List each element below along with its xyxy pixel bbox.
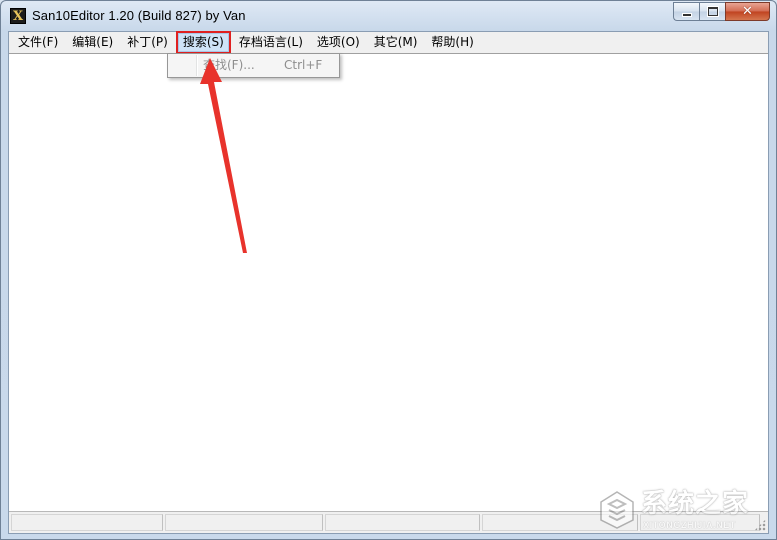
close-icon: ✕ xyxy=(742,4,753,19)
menu-options[interactable]: 选项(O) xyxy=(313,33,364,52)
minimize-button[interactable] xyxy=(673,2,699,21)
maximize-icon xyxy=(706,6,719,17)
app-icon[interactable]: X xyxy=(10,8,26,24)
title-bar[interactable]: X San10Editor 1.20 (Build 827) by Van ✕ xyxy=(1,1,776,31)
menu-item-find-label: 查找(F)... xyxy=(203,58,255,72)
close-button[interactable]: ✕ xyxy=(725,2,770,21)
menu-bar: 文件(F) 编辑(E) 补丁(P) 搜索(S) 存档语言(L) 选项(O) 其它… xyxy=(9,31,768,54)
client-area: 文件(F) 编辑(E) 补丁(P) 搜索(S) 存档语言(L) 选项(O) 其它… xyxy=(8,31,769,534)
menu-other[interactable]: 其它(M) xyxy=(370,33,422,52)
caption-buttons: ✕ xyxy=(673,2,770,22)
maximize-button[interactable] xyxy=(699,2,725,21)
watermark-subtitle: XITONGZHIJIA.NET xyxy=(643,520,736,530)
document-area[interactable] xyxy=(9,53,768,512)
status-pane xyxy=(165,514,323,531)
status-pane xyxy=(325,514,480,531)
minimize-icon xyxy=(681,12,692,17)
search-dropdown-menu: 查找(F)... Ctrl+F xyxy=(167,53,340,78)
watermark-logo-icon xyxy=(600,491,634,529)
menu-save-language[interactable]: 存档语言(L) xyxy=(235,33,307,52)
watermark-title: 系统之家 xyxy=(641,489,750,519)
app-window: X San10Editor 1.20 (Build 827) by Van ✕ … xyxy=(0,0,777,540)
menu-search[interactable]: 搜索(S) xyxy=(175,31,231,54)
menu-help[interactable]: 帮助(H) xyxy=(427,33,477,52)
menu-patch[interactable]: 补丁(P) xyxy=(123,33,172,52)
menu-item-find-shortcut: Ctrl+F xyxy=(284,58,323,72)
menu-edit[interactable]: 编辑(E) xyxy=(68,33,117,52)
window-title: San10Editor 1.20 (Build 827) by Van xyxy=(32,8,246,23)
watermark: 系统之家 XITONGZHIJIA.NET xyxy=(597,486,769,536)
menu-file[interactable]: 文件(F) xyxy=(14,33,62,52)
status-pane xyxy=(11,514,163,531)
menu-item-find[interactable]: 查找(F)... Ctrl+F xyxy=(170,56,337,75)
